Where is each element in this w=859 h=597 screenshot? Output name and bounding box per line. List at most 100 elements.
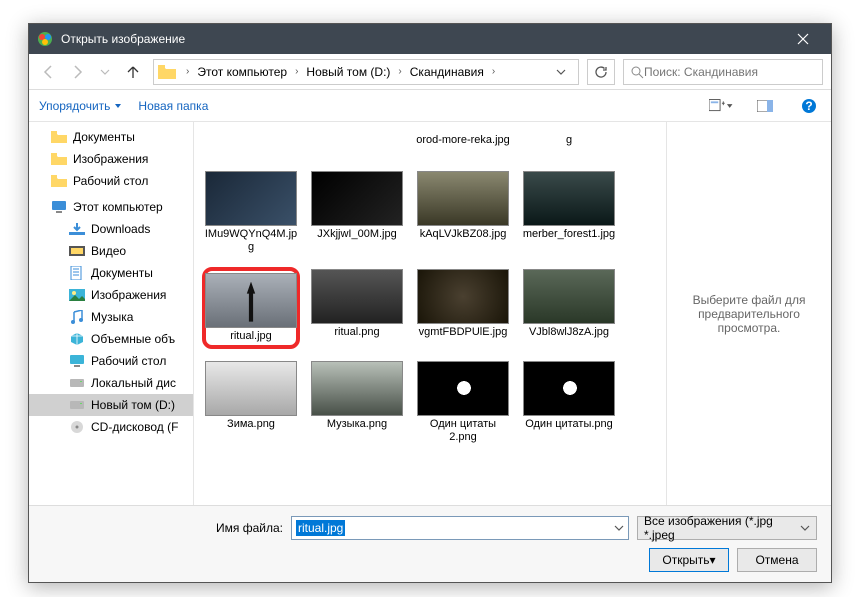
sidebar-item[interactable]: Рабочий стол [29,170,193,192]
file-item[interactable]: Зима.png [202,359,300,446]
sidebar-item-label: Музыка [91,310,133,324]
file-name: JXkjjwI_00M.jpg [317,228,396,241]
search-icon [630,65,644,79]
file-item[interactable]: ritual.jpg [202,267,300,349]
chevron-right-icon: › [289,66,304,77]
file-thumbnail [205,273,297,328]
sidebar-item[interactable]: CD-дисковод (F [29,416,193,438]
sidebar[interactable]: Документы Изображения Рабочий стол Этот ком… [29,122,194,505]
desktop-icon [69,354,85,368]
organize-button[interactable]: Упорядочить [39,99,122,113]
view-button[interactable] [709,94,733,118]
sidebar-item[interactable]: Рабочий стол [29,350,193,372]
disk-icon [69,376,85,390]
breadcrumb[interactable]: › Этот компьютер › Новый том (D:) › Скан… [153,59,579,85]
sidebar-item-label: Изображения [73,152,148,166]
file-name: VJbl8wlJ8zA.jpg [529,326,609,339]
file-list[interactable]: orod-more-reka.jpg g IMu9WQYnQ4M.jpg JXkjjw… [194,122,666,505]
file-item[interactable]: merber_forest1.jpg [520,169,618,256]
sidebar-item[interactable]: Этот компьютер [29,196,193,218]
sidebar-item[interactable]: Локальный дис [29,372,193,394]
filter-select[interactable]: Все изображения (*.jpg *.jpeg [637,516,817,540]
file-item[interactable]: vgmtFBDPUlE.jpg [414,267,512,349]
cancel-button[interactable]: Отмена [737,548,817,572]
file-item[interactable]: Музыка.png [308,359,406,446]
file-item[interactable]: VJbl8wlJ8zA.jpg [520,267,618,349]
sidebar-item[interactable]: Изображения [29,148,193,170]
filter-value: Все изображения (*.jpg *.jpeg [644,514,800,542]
file-item[interactable]: Один цитаты.png [520,359,618,446]
chevron-down-icon [800,523,810,533]
crumb-drive[interactable]: Новый том (D:) [304,65,392,79]
file-name: merber_forest1.jpg [523,228,615,241]
sidebar-item-label: Этот компьютер [73,200,163,214]
close-button[interactable] [783,24,823,54]
file-name: kAqLVJkBZ08.jpg [420,228,507,241]
chevron-right-icon: › [392,66,407,77]
chevron-right-icon: › [486,66,501,77]
search-input[interactable] [623,59,823,85]
file-item[interactable]: ritual.png [308,267,406,349]
music-icon [69,310,85,324]
crumb-folder[interactable]: Скандинавия [408,65,486,79]
filename-input[interactable]: ritual.jpg [291,516,629,540]
file-thumbnail [205,361,297,416]
newfolder-button[interactable]: Новая папка [138,99,208,113]
file-item[interactable]: IMu9WQYnQ4M.jpg [202,169,300,256]
open-dialog: Открыть изображение › Этот компьютер › Н… [28,23,832,583]
file-item[interactable]: kAqLVJkBZ08.jpg [414,169,512,256]
svg-text:?: ? [805,99,812,113]
crumb-pc[interactable]: Этот компьютер [195,65,289,79]
sidebar-item[interactable]: Документы [29,262,193,284]
sidebar-item[interactable]: Видео [29,240,193,262]
file-name: Один цитаты 2.png [416,418,510,444]
back-button[interactable] [37,60,61,84]
sidebar-item[interactable]: Downloads [29,218,193,240]
sidebar-item-label: Документы [73,130,135,144]
help-button[interactable]: ? [797,94,821,118]
pc-icon [51,200,67,214]
file-thumbnail [523,171,615,226]
folder-icon [51,130,67,144]
sidebar-item[interactable]: Объемные объ [29,328,193,350]
chevron-right-icon: › [180,66,195,77]
navbar: › Этот компьютер › Новый том (D:) › Скан… [29,54,831,90]
file-name: ritual.jpg [230,330,272,343]
sidebar-item-label: Документы [91,266,153,280]
breadcrumb-dropdown[interactable] [548,67,574,77]
file-name: Музыка.png [327,418,387,431]
search-field[interactable] [644,65,816,79]
main: orod-more-reka.jpg g IMu9WQYnQ4M.jpg JXkjjw… [194,122,831,505]
filename-dropdown[interactable] [614,523,624,533]
file-thumbnail [311,171,403,226]
sidebar-item-label: Downloads [91,222,150,236]
file-name: Зима.png [227,418,275,431]
folder-icon [51,152,67,166]
forward-button[interactable] [65,60,89,84]
sidebar-item-label: CD-дисковод (F [91,420,178,434]
preview-pane-button[interactable] [753,94,777,118]
up-button[interactable] [121,60,145,84]
sidebar-item-label: Изображения [91,288,166,302]
pics-icon [69,288,85,302]
recent-dropdown[interactable] [93,60,117,84]
sidebar-item[interactable]: Новый том (D:) [29,394,193,416]
sidebar-item[interactable]: Музыка [29,306,193,328]
sidebar-item[interactable]: Документы [29,126,193,148]
file-item[interactable]: g [520,130,618,149]
downloads-icon [69,222,85,236]
3d-icon [69,332,85,346]
file-item[interactable]: Один цитаты 2.png [414,359,512,446]
file-thumbnail [417,269,509,324]
filename-value: ritual.jpg [296,520,345,536]
file-thumbnail [417,171,509,226]
file-name: Один цитаты.png [525,418,613,431]
sidebar-item[interactable]: Изображения [29,284,193,306]
toolbar: Упорядочить Новая папка ? [29,90,831,122]
file-name: orod-more-reka.jpg [416,134,510,147]
sidebar-item-label: Рабочий стол [91,354,166,368]
refresh-button[interactable] [587,59,615,85]
file-item[interactable]: orod-more-reka.jpg [414,130,512,149]
open-button[interactable]: Открыть ▾ [649,548,729,572]
file-item[interactable]: JXkjjwI_00M.jpg [308,169,406,256]
